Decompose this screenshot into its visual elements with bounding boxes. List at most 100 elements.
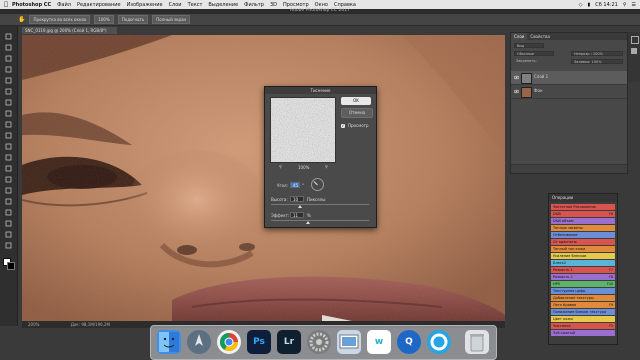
action-item[interactable]: Отбеливание bbox=[551, 232, 615, 238]
healing-brush-icon[interactable] bbox=[4, 98, 13, 107]
layer-row[interactable]: Слой 1 bbox=[511, 71, 627, 85]
eyedropper-tool-icon[interactable] bbox=[4, 87, 13, 96]
search-icon[interactable]: ⚲ bbox=[623, 2, 627, 8]
clock[interactable]: Сб 14:21 bbox=[595, 2, 618, 8]
finder-icon[interactable] bbox=[157, 330, 181, 354]
preview-checkbox[interactable]: ✓ bbox=[341, 124, 345, 128]
blend-mode-select[interactable]: Обычные bbox=[514, 51, 554, 56]
move-tool-icon[interactable] bbox=[4, 32, 13, 41]
marquee-tool-icon[interactable] bbox=[4, 43, 13, 52]
background-color-swatch[interactable] bbox=[7, 262, 15, 270]
wifi-icon[interactable]: ◇ bbox=[579, 2, 583, 8]
panel-toggle-icon[interactable] bbox=[631, 36, 639, 44]
wunderlist-icon[interactable]: w bbox=[367, 330, 391, 354]
fit-screen-button[interactable]: Подогнать bbox=[117, 15, 149, 24]
action-item[interactable]: От красноты bbox=[551, 239, 615, 245]
brush-tool-icon[interactable] bbox=[4, 109, 13, 118]
eye-icon[interactable] bbox=[513, 75, 520, 80]
document-tab[interactable]: SNC_0119.jpg @ 200% (Слой 1, RGB/8*) bbox=[22, 27, 117, 34]
menu-filter[interactable]: Фильтр bbox=[244, 2, 264, 8]
trash-icon[interactable] bbox=[465, 330, 489, 354]
layer-row[interactable]: Фон bbox=[511, 85, 627, 99]
clone-stamp-icon[interactable] bbox=[4, 120, 13, 129]
action-item[interactable]: HPS F10 bbox=[551, 281, 615, 287]
effect-input[interactable]: 11 bbox=[290, 212, 304, 218]
menu-edit[interactable]: Редактирование bbox=[77, 2, 121, 8]
scroll-all-windows-button[interactable]: Прокрутка во всех окнах bbox=[29, 15, 91, 24]
action-item[interactable]: Чистинка F5 bbox=[551, 323, 615, 329]
angle-input[interactable]: 45 bbox=[290, 182, 300, 188]
quick-select-tool-icon[interactable] bbox=[4, 65, 13, 74]
height-input[interactable]: 10 bbox=[290, 196, 304, 202]
menu-type[interactable]: Текст bbox=[188, 2, 203, 8]
hand-tool-icon[interactable]: ✋ bbox=[18, 16, 25, 23]
shape-tool-icon[interactable] bbox=[4, 219, 13, 228]
action-item[interactable]: D&B F6 bbox=[551, 211, 615, 217]
pen-tool-icon[interactable] bbox=[4, 186, 13, 195]
lightroom-icon[interactable]: Lr bbox=[277, 330, 301, 354]
action-item[interactable]: Резкость 2 F8 bbox=[551, 274, 615, 280]
app-circle-icon[interactable] bbox=[427, 330, 451, 354]
layers-icon[interactable] bbox=[631, 48, 637, 54]
layer-kind-filter[interactable]: Вид bbox=[514, 43, 544, 48]
path-select-icon[interactable] bbox=[4, 208, 13, 217]
status-zoom[interactable]: 200% bbox=[28, 322, 39, 327]
cancel-button[interactable]: Отмена bbox=[341, 108, 373, 118]
action-item[interactable]: Теплые засветы bbox=[551, 225, 615, 231]
lasso-tool-icon[interactable] bbox=[4, 54, 13, 63]
eraser-tool-icon[interactable] bbox=[4, 142, 13, 151]
menu-3d[interactable]: 3D bbox=[270, 2, 277, 8]
action-item[interactable]: Частотное Разложение bbox=[551, 204, 615, 210]
battery-icon[interactable]: ▮ bbox=[588, 2, 591, 8]
menu-window[interactable]: Окно bbox=[315, 2, 328, 8]
action-item[interactable]: Лого Кривая F9 bbox=[551, 302, 615, 308]
chrome-icon[interactable] bbox=[217, 330, 241, 354]
apple-icon[interactable]:  bbox=[0, 1, 12, 8]
ok-button[interactable]: OK bbox=[341, 97, 371, 105]
preview-icon[interactable] bbox=[337, 330, 361, 354]
height-slider-track[interactable] bbox=[271, 204, 369, 205]
effect-slider-handle[interactable] bbox=[306, 221, 310, 224]
effect-slider-track[interactable] bbox=[271, 220, 369, 221]
history-brush-icon[interactable] bbox=[4, 131, 13, 140]
tab-layers[interactable]: Слои bbox=[511, 33, 528, 40]
action-item[interactable]: Блеск2 bbox=[551, 260, 615, 266]
menu-view[interactable]: Просмотр bbox=[283, 2, 309, 8]
hand-tool-icon[interactable] bbox=[4, 230, 13, 239]
menu-layers[interactable]: Слои bbox=[169, 2, 182, 8]
tab-properties[interactable]: Свойства bbox=[527, 33, 553, 40]
fill-screen-button[interactable]: Полный экран bbox=[152, 15, 191, 24]
height-slider-handle[interactable] bbox=[298, 205, 302, 208]
action-item[interactable]: Резкость 1 F7 bbox=[551, 267, 615, 273]
menu-help[interactable]: Справка bbox=[334, 2, 356, 8]
action-item[interactable]: Усиление блесков bbox=[551, 253, 615, 259]
filter-preview[interactable] bbox=[270, 97, 336, 163]
action-item[interactable]: Цвет кожи bbox=[551, 316, 615, 322]
action-item[interactable]: Зуб.сжатый bbox=[551, 330, 615, 336]
fill-field[interactable]: Заливка: 100% bbox=[571, 59, 623, 64]
action-item[interactable]: Понижение блеков текстура bbox=[551, 309, 615, 315]
launchpad-icon[interactable] bbox=[187, 330, 211, 354]
opacity-field[interactable]: Непрозр.: 100% bbox=[571, 51, 623, 56]
app-menu[interactable]: Photoshop CC bbox=[12, 2, 51, 8]
blur-tool-icon[interactable] bbox=[4, 164, 13, 173]
menu-file[interactable]: Файл bbox=[57, 2, 71, 8]
action-item[interactable]: Теплый тон кожи bbox=[551, 246, 615, 252]
zoom-100-button[interactable]: 100% bbox=[94, 15, 114, 24]
menu-select[interactable]: Выделение bbox=[208, 2, 238, 8]
type-tool-icon[interactable] bbox=[4, 197, 13, 206]
angle-dial[interactable] bbox=[311, 178, 324, 191]
photoshop-icon[interactable]: Ps bbox=[247, 330, 271, 354]
gradient-tool-icon[interactable] bbox=[4, 153, 13, 162]
zoom-out-icon[interactable]: ⚲ bbox=[279, 164, 282, 169]
action-item[interactable]: Добавление текстуры bbox=[551, 295, 615, 301]
dodge-tool-icon[interactable] bbox=[4, 175, 13, 184]
system-preferences-icon[interactable] bbox=[307, 330, 331, 354]
zoom-tool-icon[interactable] bbox=[4, 241, 13, 250]
crop-tool-icon[interactable] bbox=[4, 76, 13, 85]
action-item[interactable]: D&B объем bbox=[551, 218, 615, 224]
action-item[interactable]: Текстурная цифр. bbox=[551, 288, 615, 294]
zoom-in-icon[interactable]: ⚲ bbox=[325, 164, 328, 169]
menu-image[interactable]: Изображение bbox=[127, 2, 163, 8]
menu-list-icon[interactable]: ☰ bbox=[632, 2, 636, 8]
